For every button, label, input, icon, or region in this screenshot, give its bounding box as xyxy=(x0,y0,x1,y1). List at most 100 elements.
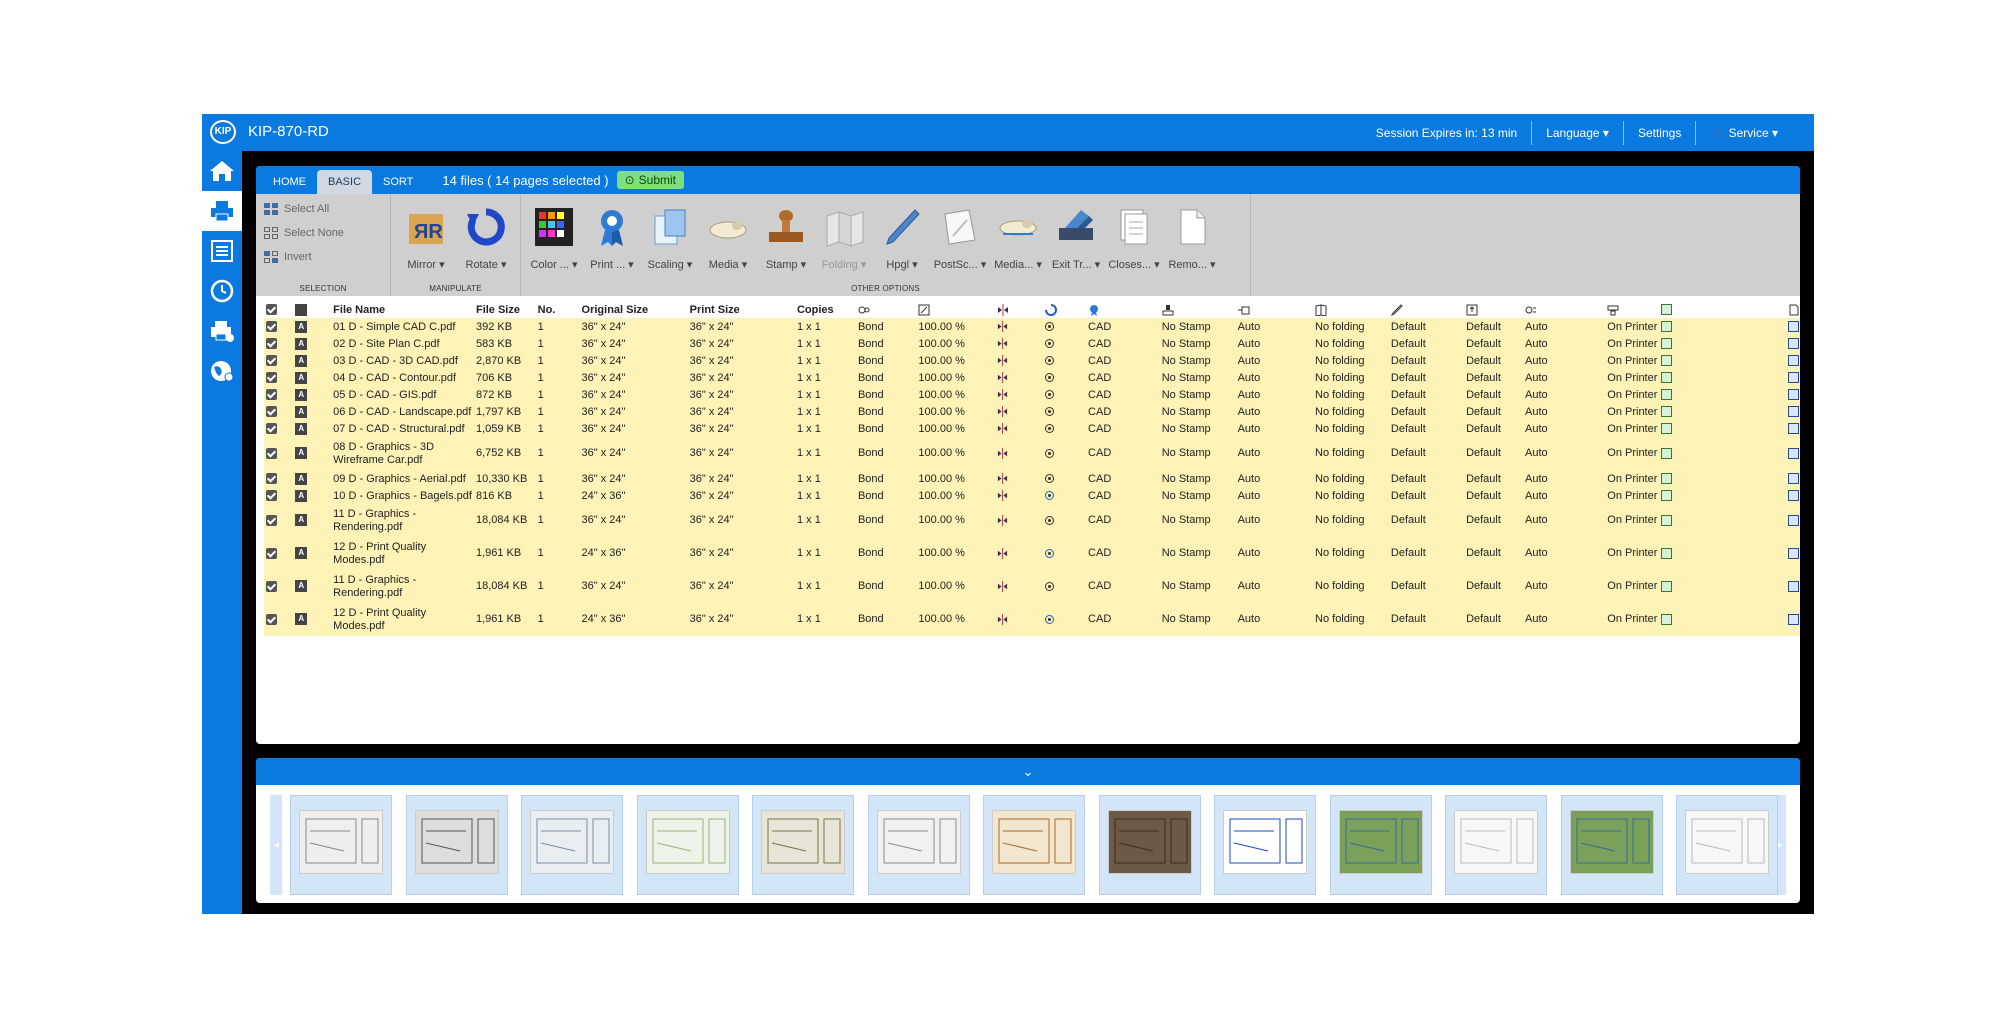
cell-scale[interactable]: 100.00 % xyxy=(916,537,995,570)
cell-media[interactable]: Bond xyxy=(856,352,916,369)
cell-rotate[interactable] xyxy=(1043,335,1086,352)
cell-auto[interactable]: Auto xyxy=(1236,504,1313,537)
cell-mirror[interactable] xyxy=(995,487,1043,504)
cell-rotate[interactable] xyxy=(1043,420,1086,437)
table-row[interactable]: A 02 D - Site Plan C.pdf 583 KB 1 36" x 24" 3… xyxy=(264,335,1800,352)
cell-auto[interactable]: Auto xyxy=(1236,352,1313,369)
cell-media[interactable]: Bond xyxy=(856,335,916,352)
cell-print-mode[interactable]: CAD xyxy=(1086,386,1160,403)
thumbnail-cad-drawing[interactable] xyxy=(290,795,392,895)
cell-pen[interactable]: Default xyxy=(1389,420,1464,437)
header-media[interactable] xyxy=(856,301,916,318)
cell-exit-tray[interactable]: On Printer xyxy=(1605,537,1659,570)
select-all-button[interactable]: Select All xyxy=(264,200,390,218)
cell-stamp[interactable]: No Stamp xyxy=(1160,352,1236,369)
cell-folding[interactable]: No folding xyxy=(1313,603,1389,636)
table-row[interactable]: A 01 D - Simple CAD C.pdf 392 KB 1 36" x 24"… xyxy=(264,318,1800,335)
cell-mirror[interactable] xyxy=(995,420,1043,437)
cell-postscript[interactable]: Default xyxy=(1464,504,1523,537)
cell-rotate[interactable] xyxy=(1043,437,1086,470)
cell-copies[interactable]: 1 x 1 xyxy=(795,437,856,470)
cell-auto[interactable]: Auto xyxy=(1236,537,1313,570)
row-checkbox[interactable] xyxy=(264,470,293,487)
submit-button[interactable]: ⊙ Submit xyxy=(616,171,685,189)
cell-media-source[interactable]: Auto xyxy=(1523,504,1605,537)
cell-scale[interactable]: 100.00 % xyxy=(916,335,995,352)
sidebar-print[interactable] xyxy=(202,191,242,231)
cell-stamp[interactable]: No Stamp xyxy=(1160,470,1236,487)
cell-media-source[interactable]: Auto xyxy=(1523,470,1605,487)
sidebar-web[interactable] xyxy=(202,351,242,391)
table-row[interactable]: A 12 D - Print Quality Modes.pdf 1,961 KB 1… xyxy=(264,537,1800,570)
cell-stamp[interactable]: No Stamp xyxy=(1160,420,1236,437)
cell-print-mode[interactable]: CAD xyxy=(1086,537,1160,570)
cell-postscript[interactable]: Default xyxy=(1464,437,1523,470)
cell-print-mode[interactable]: CAD xyxy=(1086,369,1160,386)
cell-postscript[interactable]: Default xyxy=(1464,335,1523,352)
cell-stamp[interactable]: No Stamp xyxy=(1160,335,1236,352)
row-checkbox[interactable] xyxy=(264,318,293,335)
color-button[interactable]: Color ... ▾ xyxy=(525,206,583,271)
header-auto[interactable] xyxy=(1236,301,1313,318)
cell-stamp[interactable]: No Stamp xyxy=(1160,369,1236,386)
cell-remove[interactable] xyxy=(1786,386,1800,403)
cell-print-mode[interactable]: CAD xyxy=(1086,570,1160,603)
cell-copies[interactable]: 1 x 1 xyxy=(795,318,856,335)
thumbnail-print-quality[interactable] xyxy=(1214,795,1316,895)
cell-auto[interactable]: Auto xyxy=(1236,386,1313,403)
header-rotate[interactable] xyxy=(1043,301,1086,318)
cell-rotate[interactable] xyxy=(1043,537,1086,570)
cell-pen[interactable]: Default xyxy=(1389,504,1464,537)
cell-remove[interactable] xyxy=(1786,335,1800,352)
rotate-radio[interactable] xyxy=(1045,339,1055,349)
cell-copies[interactable]: 1 x 1 xyxy=(795,603,856,636)
cell-print-mode[interactable]: CAD xyxy=(1086,403,1160,420)
header-file-size[interactable]: File Size xyxy=(474,301,536,318)
rotate-radio[interactable] xyxy=(1045,424,1055,434)
folding-button[interactable]: Folding ▾ xyxy=(815,206,873,271)
cell-closes[interactable] xyxy=(1659,352,1786,369)
cell-folding[interactable]: No folding xyxy=(1313,335,1389,352)
cell-remove[interactable] xyxy=(1786,352,1800,369)
cell-folding[interactable]: No folding xyxy=(1313,487,1389,504)
cell-copies[interactable]: 1 x 1 xyxy=(795,537,856,570)
header-stamp[interactable] xyxy=(1160,301,1236,318)
chevron-down-icon[interactable]: ⌄ xyxy=(1023,764,1034,780)
cell-media[interactable]: Bond xyxy=(856,603,916,636)
cell-folding[interactable]: No folding xyxy=(1313,352,1389,369)
thumbnail-bar[interactable]: ⌄ xyxy=(256,758,1800,785)
cell-closes[interactable] xyxy=(1659,537,1786,570)
mirror-button[interactable]: ЯR Mirror ▾ xyxy=(397,206,455,271)
cell-media[interactable]: Bond xyxy=(856,470,916,487)
cell-closes[interactable] xyxy=(1659,437,1786,470)
cell-copies[interactable]: 1 x 1 xyxy=(795,403,856,420)
cell-closes[interactable] xyxy=(1659,386,1786,403)
header-file-name[interactable]: File Name xyxy=(331,301,474,318)
row-checkbox[interactable] xyxy=(264,352,293,369)
table-row[interactable]: A 12 D - Print Quality Modes.pdf 1,961 KB 1… xyxy=(264,603,1800,636)
cell-auto[interactable]: Auto xyxy=(1236,420,1313,437)
cell-exit-tray[interactable]: On Printer xyxy=(1605,420,1659,437)
sidebar-history[interactable] xyxy=(202,271,242,311)
cell-media-source[interactable]: Auto xyxy=(1523,318,1605,335)
cell-stamp[interactable]: No Stamp xyxy=(1160,487,1236,504)
table-row[interactable]: A 08 D - Graphics - 3D Wireframe Car.pdf 6… xyxy=(264,437,1800,470)
closes-button[interactable]: Closes... ▾ xyxy=(1105,206,1163,271)
table-row[interactable]: A 11 D - Graphics - Rendering.pdf 18,084 K… xyxy=(264,570,1800,603)
cell-print-mode[interactable]: CAD xyxy=(1086,335,1160,352)
cell-mirror[interactable] xyxy=(995,403,1043,420)
header-pen[interactable] xyxy=(1389,301,1464,318)
header-closes[interactable] xyxy=(1659,301,1786,318)
cell-stamp[interactable]: No Stamp xyxy=(1160,403,1236,420)
cell-rotate[interactable] xyxy=(1043,470,1086,487)
cell-mirror[interactable] xyxy=(995,386,1043,403)
cell-closes[interactable] xyxy=(1659,335,1786,352)
cell-stamp[interactable]: No Stamp xyxy=(1160,504,1236,537)
cell-media[interactable]: Bond xyxy=(856,318,916,335)
cell-pen[interactable]: Default xyxy=(1389,537,1464,570)
rotate-radio[interactable] xyxy=(1045,373,1055,383)
cell-copies[interactable]: 1 x 1 xyxy=(795,335,856,352)
thumbnail-spreadsheet[interactable] xyxy=(1445,795,1547,895)
cell-folding[interactable]: No folding xyxy=(1313,570,1389,603)
cell-copies[interactable]: 1 x 1 xyxy=(795,352,856,369)
